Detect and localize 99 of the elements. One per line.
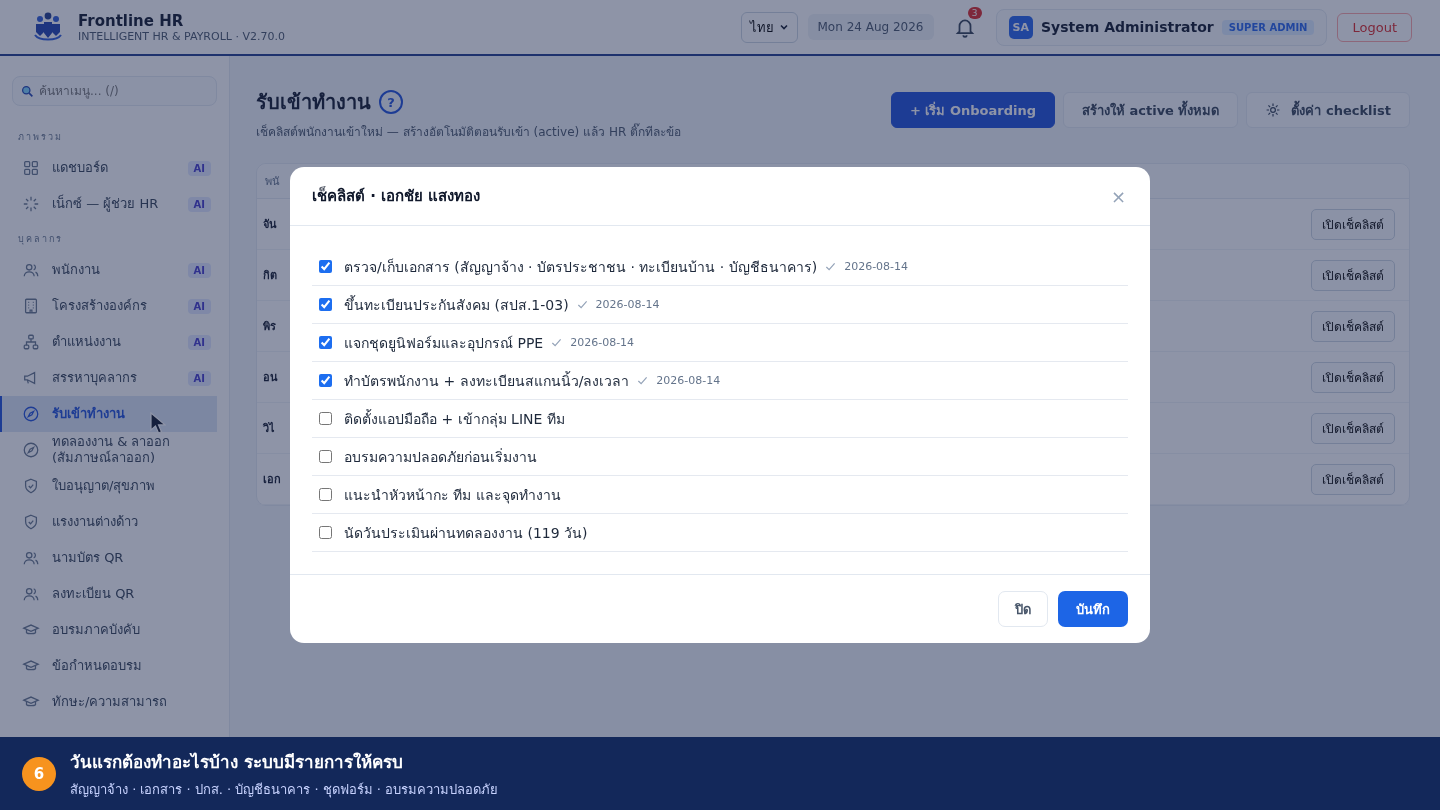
sidebar-item[interactable]: พนักงาน AI [0, 252, 217, 288]
logo-icon [32, 11, 64, 43]
checklist-item-label: แนะนำหัวหน้ากะ ทีม และจุดทำงาน [344, 485, 561, 506]
check-icon [825, 261, 837, 272]
user-name: System Administrator [1040, 19, 1214, 35]
sidebar-item[interactable]: ใบอนุญาต/สุขภาพ [0, 468, 217, 504]
app-name: Frontline HR [78, 11, 185, 30]
ai-badge: AI [187, 298, 211, 314]
shield-icon [22, 477, 40, 495]
spark-icon [22, 195, 40, 213]
section-title: บุคลากร [17, 233, 64, 247]
save-button[interactable]: บันทึก [1058, 591, 1128, 627]
action-button[interactable]: ตั้งค่า checklist [1246, 92, 1410, 128]
checkbox[interactable] [319, 336, 332, 349]
people-icon [22, 585, 40, 603]
grid-icon [22, 159, 40, 177]
notification-badge: 3 [967, 7, 982, 19]
sidebar-item[interactable]: ตำแหน่งงาน AI [0, 324, 217, 360]
sidebar-item[interactable]: อบรมภาคบังคับ [0, 612, 217, 648]
shield-icon [22, 513, 40, 531]
open-checklist-button[interactable]: เปิดเช็คลิสต์ [1311, 208, 1395, 240]
open-checklist-button[interactable]: เปิดเช็คลิสต์ [1311, 361, 1395, 393]
help-button[interactable]: ? [379, 90, 403, 114]
user-avatar: SA [1008, 15, 1033, 39]
page-title: รับเข้าทำงาน [256, 89, 371, 116]
checklist-item-label: แจกชุดยูนิฟอร์มและอุปกรณ์ PPE [344, 333, 544, 354]
table-cell-text: กิต [263, 268, 277, 284]
banner-text: สัญญาจ้าง · เอกสาร · ปกส. · บัญชีธนาคาร · ชุดฟอร์ม · อบรมความปลอดภัย [70, 780, 499, 800]
check-icon [637, 375, 649, 386]
sidebar-item[interactable]: นามบัตร QR [0, 540, 217, 576]
completion-date: 2026-08-14 [656, 374, 721, 387]
checklist-item-label: ขึ้นทะเบียนประกันสังคม (สปส.1-03) [344, 294, 569, 315]
close-dialog-button[interactable]: ปิด [998, 591, 1048, 627]
checkbox[interactable] [319, 260, 332, 273]
open-checklist-button[interactable]: เปิดเช็คลิสต์ [1311, 259, 1395, 291]
banner-title: วันแรกต้องทำอะไรบ้าง ระบบมีรายการให้ครบ [70, 750, 404, 774]
cursor-icon [150, 412, 166, 434]
people-icon [22, 549, 40, 567]
ai-badge: AI [187, 334, 211, 350]
ai-badge: AI [187, 262, 211, 278]
user-chip[interactable]: SA System Administrator SUPER ADMIN [995, 8, 1328, 46]
sidebar-item[interactable]: โครงสร้างองค์กร AI [0, 288, 217, 324]
settings-icon [1265, 102, 1282, 118]
search-field[interactable]: ค้นหาเมนู... (/) [12, 76, 217, 106]
app-subtitle: INTELLIGENT HR & PAYROLL · V2.70.0 [78, 29, 285, 43]
table-cell-text: วิไ [263, 421, 275, 437]
open-checklist-button[interactable]: เปิดเช็คลิสต์ [1311, 463, 1395, 495]
step-badge: 6 [22, 756, 56, 791]
action-button[interactable]: สร้างให้ active ทั้งหมด [1062, 92, 1239, 128]
action-button[interactable]: + เริ่ม Onboarding [890, 92, 1055, 128]
page-subtitle: เช็คลิสต์พนักงานเข้าใหม่ — สร้างอัตโนมัติตอนรับเข้า (active) แล้ว HR ติ๊กทีละข้อ [256, 122, 682, 141]
checkbox[interactable] [319, 298, 332, 311]
compass-icon [22, 405, 40, 423]
open-checklist-button[interactable]: เปิดเช็คลิสต์ [1311, 412, 1395, 444]
table-cell-text: เอก [263, 472, 281, 488]
building-icon [22, 297, 40, 315]
sidebar-item[interactable]: แรงงานต่างด้าว [0, 504, 217, 540]
checklist-item-label: นัดวันประเมินผ่านทดลองงาน (119 วัน) [344, 523, 588, 543]
checklist-item-label: ติดตั้งแอปมือถือ + เข้ากลุ่ม LINE ทีม [344, 408, 565, 430]
checklist-item-label: อบรมความปลอดภัยก่อนเริ่มงาน [344, 447, 537, 467]
table-cell-text: อน [263, 370, 278, 386]
checklist-item-label: ทำบัตรพนักงาน + ลงทะเบียนสแกนนิ้ว/ลงเวลา [344, 370, 630, 391]
ai-badge: AI [187, 196, 211, 212]
completion-date: 2026-08-14 [844, 260, 909, 273]
role-badge: SUPER ADMIN [1221, 19, 1315, 35]
checkbox[interactable] [319, 526, 332, 539]
ai-badge: AI [187, 370, 211, 386]
ai-badge: AI [187, 160, 211, 176]
tree-icon [22, 333, 40, 351]
table-cell-text: พิร [263, 319, 276, 335]
logout-button[interactable]: Logout [1337, 12, 1412, 42]
sidebar-item[interactable]: แดชบอร์ด AI [0, 150, 217, 186]
checkbox[interactable] [319, 450, 332, 463]
language-select[interactable]: ไทย [741, 11, 798, 43]
sidebar-item[interactable]: สรรหาบุคลากร AI [0, 360, 217, 396]
dialog-title: เช็คลิสต์ · เอกชัย แสงทอง [312, 185, 481, 207]
close-button[interactable]: × [1106, 185, 1130, 207]
completion-date: 2026-08-14 [570, 336, 635, 349]
checkbox[interactable] [319, 412, 332, 425]
search-icon [21, 85, 34, 98]
checkbox[interactable] [319, 374, 332, 387]
completion-date: 2026-08-14 [595, 298, 660, 311]
sidebar-item[interactable]: ทดลองงาน & ลาออก (สัมภาษณ์ลาออก) [0, 432, 217, 468]
date-label: Mon 24 Aug 2026 [807, 14, 934, 40]
compass-icon [22, 441, 40, 459]
section-title: ภาพรวม [17, 131, 64, 144]
sidebar-item[interactable]: ข้อกำหนดอบรม [0, 648, 217, 684]
column-header: พนั [265, 174, 280, 190]
sidebar-item[interactable]: เน็กซ์ — ผู้ช่วย HR AI [0, 186, 217, 222]
sidebar-item[interactable]: ทักษะ/ความสามารถ [0, 684, 217, 720]
sidebar-item[interactable]: รับเข้าทำงาน [0, 396, 217, 432]
check-icon [551, 337, 563, 348]
people-icon [22, 261, 40, 279]
checklist-item-label: ตรวจ/เก็บเอกสาร (สัญญาจ้าง · บัตรประชาชน · ทะเบียนบ้าน · บัญชีธนาคาร) [344, 257, 818, 277]
checkbox[interactable] [319, 488, 332, 501]
open-checklist-button[interactable]: เปิดเช็คลิสต์ [1311, 310, 1395, 342]
sidebar-item[interactable]: ลงทะเบียน QR [0, 576, 217, 612]
check-icon [576, 299, 588, 310]
table-cell-text: จัน [263, 217, 277, 233]
